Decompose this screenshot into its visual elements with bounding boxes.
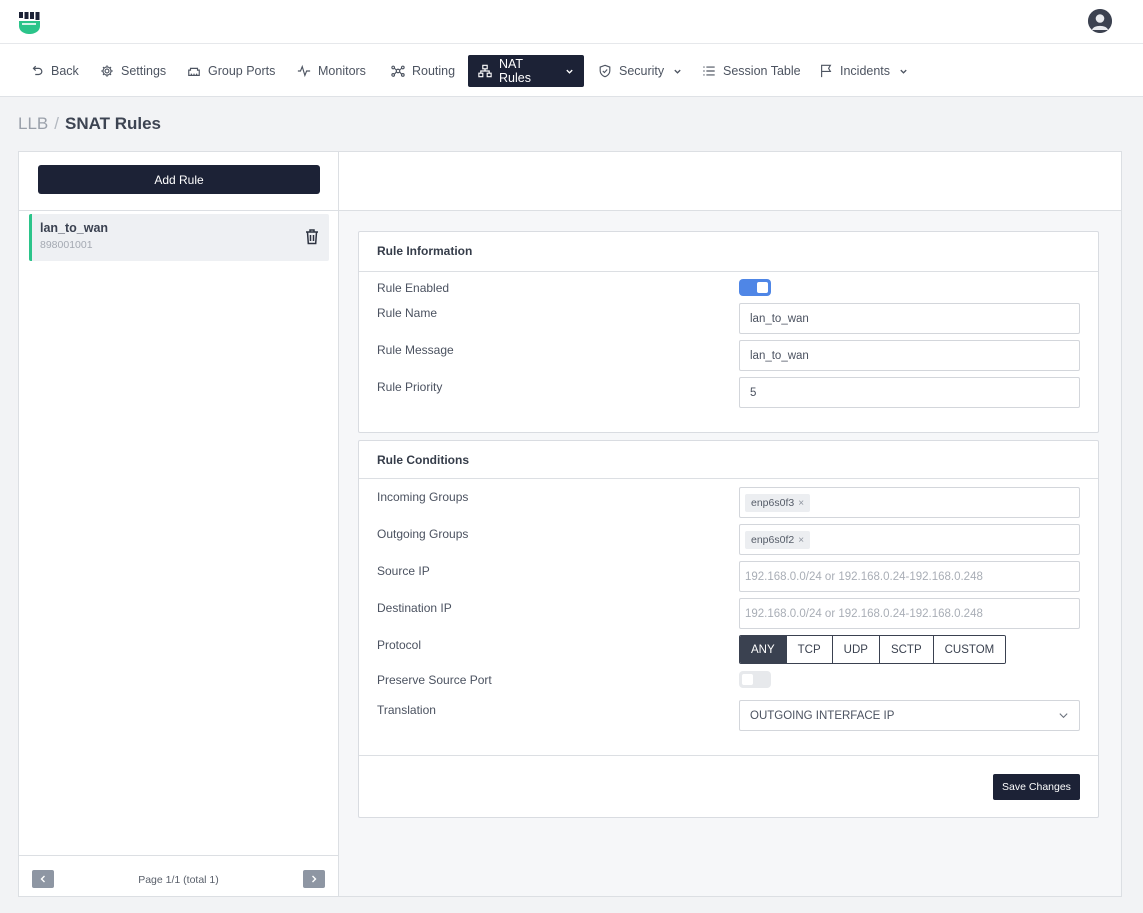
protocol-option-sctp[interactable]: SCTP [879, 636, 934, 663]
nav-security-label: Security [619, 64, 665, 78]
nav-nat-rules[interactable]: NAT Rules [468, 55, 584, 87]
incoming-groups-label: Incoming Groups [377, 490, 469, 504]
remove-tag-icon[interactable]: × [798, 498, 804, 509]
remove-tag-icon[interactable]: × [798, 535, 804, 546]
toggle-knob [757, 282, 768, 293]
nav-settings-label: Settings [121, 64, 167, 78]
nav-monitors-label: Monitors [318, 64, 366, 78]
translation-select[interactable]: OUTGOING INTERFACE IP [739, 700, 1080, 731]
destination-ip-label: Destination IP [377, 601, 452, 615]
flag-icon [821, 64, 832, 78]
rule-information-card: Rule Information Rule Enabled Rule Name … [358, 231, 1099, 433]
top-header: Back Settings Group Ports Monitors Routi… [0, 0, 1143, 97]
nav-session-table[interactable]: Session Table [692, 55, 811, 87]
user-avatar-icon[interactable] [1088, 9, 1112, 33]
ethernet-port-icon [188, 67, 200, 76]
rule-priority-label: Rule Priority [377, 380, 443, 394]
chevron-down-icon [674, 69, 681, 74]
translation-label: Translation [377, 703, 436, 717]
gear-icon [101, 65, 113, 77]
breadcrumb-root[interactable]: LLB [18, 114, 48, 134]
rule-priority-input[interactable] [739, 377, 1080, 408]
outgoing-groups-label: Outgoing Groups [377, 527, 469, 541]
main-nav: Back Settings Group Ports Monitors Routi… [0, 43, 1143, 97]
nav-back-label: Back [51, 64, 79, 78]
protocol-selector: ANY TCP UDP SCTP CUSTOM [739, 635, 1007, 664]
list-item[interactable]: lan_to_wan 898001001 [29, 214, 329, 261]
main-panel: Add Rule lan_to_wan 898001001 Page 1/1 (… [18, 151, 1122, 897]
network-tree-icon [478, 64, 492, 78]
chevron-down-icon [900, 69, 907, 74]
rule-name: lan_to_wan [40, 221, 109, 235]
protocol-option-udp[interactable]: UDP [832, 636, 880, 663]
nav-security[interactable]: Security [588, 55, 692, 87]
nav-group-ports-label: Group Ports [208, 64, 276, 78]
back-arrow-icon [32, 65, 43, 76]
nav-back[interactable]: Back [20, 55, 89, 87]
rule-editor: Rule Information Rule Enabled Rule Name … [339, 152, 1121, 896]
routing-nodes-icon [391, 65, 405, 77]
card-title: Rule Conditions [377, 453, 469, 467]
protocol-option-any[interactable]: ANY [740, 636, 787, 663]
breadcrumb: LLB / SNAT Rules [18, 114, 161, 134]
preserve-source-port-toggle[interactable] [739, 671, 771, 688]
toggle-knob [742, 674, 753, 685]
source-ip-input[interactable] [739, 561, 1080, 592]
nav-routing-label: Routing [412, 64, 456, 78]
save-changes-button[interactable]: Save Changes [993, 774, 1080, 800]
tag-label: enp6s0f3 [751, 497, 795, 509]
group-tag: enp6s0f2 × [745, 531, 811, 549]
protocol-label: Protocol [377, 638, 422, 652]
nav-nat-rules-label: NAT Rules [499, 57, 531, 85]
destination-ip-input[interactable] [739, 598, 1080, 629]
rule-enabled-toggle[interactable] [739, 279, 771, 296]
chevron-down-icon [1059, 713, 1068, 719]
sidebar-header: Add Rule [19, 152, 338, 211]
nav-routing[interactable]: Routing [381, 55, 465, 87]
activity-pulse-icon [297, 64, 311, 78]
chevron-right-icon [312, 875, 317, 883]
rule-message-input[interactable] [739, 340, 1080, 371]
divider [359, 478, 1098, 479]
source-ip-label: Source IP [377, 564, 430, 578]
add-rule-button[interactable]: Add Rule [38, 165, 320, 194]
fist-logo-icon[interactable] [18, 11, 42, 35]
rule-message-label: Rule Message [377, 343, 454, 357]
rule-name-label: Rule Name [377, 306, 438, 320]
translation-value: OUTGOING INTERFACE IP [750, 709, 895, 722]
nav-session-table-label: Session Table [723, 64, 801, 78]
rule-conditions-card: Rule Conditions Incoming Groups enp6s0f3… [358, 440, 1099, 818]
editor-header [339, 152, 1121, 211]
nav-incidents-label: Incidents [840, 64, 891, 78]
chevron-down-icon [566, 69, 573, 74]
nav-monitors[interactable]: Monitors [287, 55, 376, 87]
divider [359, 755, 1098, 756]
rules-sidebar: Add Rule lan_to_wan 898001001 Page 1/1 (… [19, 152, 339, 896]
list-table-icon [703, 66, 715, 76]
divider [359, 271, 1098, 272]
next-page-button[interactable] [303, 870, 325, 888]
preserve-source-port-label: Preserve Source Port [377, 673, 492, 687]
breadcrumb-separator: / [54, 114, 59, 133]
card-title: Rule Information [377, 244, 473, 258]
shield-check-icon [599, 64, 611, 78]
incoming-groups-field[interactable]: enp6s0f3 × [739, 487, 1080, 518]
rule-id: 898001001 [40, 239, 93, 251]
trash-icon[interactable] [304, 228, 320, 245]
protocol-option-custom[interactable]: CUSTOM [933, 636, 1006, 663]
outgoing-groups-field[interactable]: enp6s0f2 × [739, 524, 1080, 555]
protocol-option-tcp[interactable]: TCP [786, 636, 833, 663]
nav-incidents[interactable]: Incidents [809, 55, 918, 87]
nav-group-ports[interactable]: Group Ports [177, 55, 285, 87]
rule-name-input[interactable] [739, 303, 1080, 334]
group-tag: enp6s0f3 × [745, 494, 811, 512]
nav-settings[interactable]: Settings [90, 55, 176, 87]
rule-enabled-label: Rule Enabled [377, 281, 450, 295]
page-title: SNAT Rules [64, 114, 162, 133]
page-indicator: Page 1/1 (total 1) [138, 874, 219, 886]
pagination: Page 1/1 (total 1) [19, 855, 338, 896]
tag-label: enp6s0f2 [751, 534, 795, 546]
